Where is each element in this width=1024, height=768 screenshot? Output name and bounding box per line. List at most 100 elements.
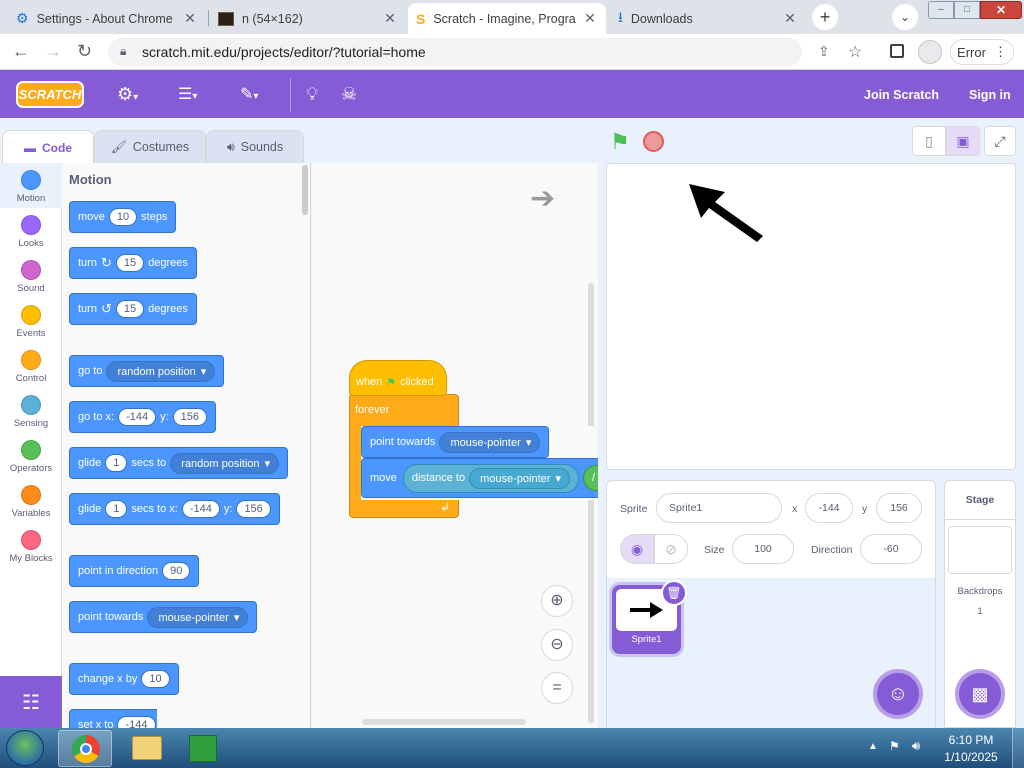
stage-canvas[interactable] [606, 163, 1016, 470]
back-arrow-icon[interactable]: ← [12, 41, 30, 62]
minimize-button[interactable]: – [928, 1, 954, 19]
block-set-x[interactable]: set x to -144 [69, 709, 157, 728]
show-sprite-button[interactable]: ◉ [620, 534, 654, 564]
block-dropdown[interactable]: mouse-pointer ▾ [147, 606, 249, 628]
small-stage-button[interactable]: ▯ [912, 126, 946, 156]
block-input[interactable]: 15 [115, 254, 145, 272]
divide-operator[interactable]: / [583, 465, 598, 491]
add-extension-button[interactable]: ☷ [0, 676, 62, 728]
block-input[interactable]: 1 [105, 454, 128, 472]
clock-date[interactable]: 1/10/2025 [934, 750, 1008, 764]
block-point-direction[interactable]: point in direction 90 [69, 555, 200, 587]
zoom-in-button[interactable]: ⊕ [541, 585, 573, 617]
block-point-towards[interactable]: point towards mouse-pointer ▾ [69, 601, 258, 633]
size-input[interactable]: 100 [732, 534, 794, 564]
new-tab-button[interactable]: + [812, 4, 838, 30]
block-input-x[interactable]: -144 [181, 500, 220, 518]
start-button[interactable] [6, 730, 44, 766]
script-point-towards[interactable]: point towards mouse-pointer ▾ [361, 426, 550, 458]
scratch-logo[interactable]: SCRATCH [16, 81, 84, 108]
category-sensing[interactable]: Sensing [0, 388, 62, 433]
block-go-to-xy[interactable]: go to x: -144 y: 156 [69, 401, 217, 433]
tab-costumes[interactable]: 🖌︎ Costumes [94, 130, 206, 164]
block-input[interactable]: 10 [108, 208, 138, 226]
add-backdrop-button[interactable]: ▩ [955, 669, 1005, 719]
script-h-scrollbar[interactable] [362, 719, 526, 725]
forward-arrow-icon[interactable]: → [44, 41, 62, 62]
taskbar-chrome[interactable] [58, 730, 112, 767]
category-sound[interactable]: Sound [0, 253, 62, 298]
category-variables[interactable]: Variables [0, 478, 62, 523]
block-change-x[interactable]: change x by 10 [69, 663, 179, 695]
sign-in-link[interactable]: Sign in [969, 88, 1011, 102]
block-move-steps[interactable]: move 10 steps [69, 201, 177, 233]
block-go-to[interactable]: go to random position ▾ [69, 355, 225, 387]
block-input[interactable]: 10 [141, 670, 170, 688]
script-move[interactable]: move distance to mouse-pointer ▾ / [361, 458, 598, 498]
direction-input[interactable]: -60 [860, 534, 922, 564]
block-input[interactable]: -144 [117, 716, 156, 728]
close-window-button[interactable]: ✕ [980, 1, 1022, 19]
delete-sprite-button[interactable]: 🗑︎ [661, 580, 687, 606]
large-stage-button[interactable]: ▣ [946, 126, 980, 156]
tab-search-chevron-down-icon[interactable]: ⌄ [892, 4, 918, 30]
taskbar-explorer[interactable] [124, 730, 170, 767]
fullscreen-button[interactable]: ⤢ [984, 126, 1016, 156]
when-flag-clicked-block[interactable]: when ⚑ clicked [349, 360, 447, 396]
sprite-name-input[interactable]: Sprite1 [656, 493, 782, 523]
block-turn-left[interactable]: turn ↺ 15 degrees [69, 293, 197, 325]
block-dropdown[interactable]: random position ▾ [170, 452, 280, 474]
edit-pencil-icon[interactable]: ✎▾ [240, 84, 258, 104]
close-icon[interactable]: ✕ [582, 10, 598, 27]
flag-error-icon[interactable]: ⚑ [889, 739, 900, 753]
block-input-y[interactable]: 156 [172, 408, 208, 426]
debug-bug-icon[interactable]: ☠ [341, 84, 357, 105]
taskbar-store[interactable] [180, 730, 226, 767]
backdrop-thumbnail[interactable] [948, 526, 1012, 574]
block-glide[interactable]: glide 1 secs to random position ▾ [69, 447, 289, 479]
category-events[interactable]: Events [0, 298, 62, 343]
join-scratch-link[interactable]: Join Scratch [864, 88, 939, 102]
block-dropdown[interactable]: random position ▾ [106, 360, 216, 382]
category-motion[interactable]: Motion [0, 163, 62, 208]
close-icon[interactable]: ✕ [382, 10, 398, 27]
y-input[interactable]: 156 [876, 493, 922, 523]
category-looks[interactable]: Looks [0, 208, 62, 253]
close-icon[interactable]: ✕ [182, 10, 198, 27]
block-input[interactable]: 15 [115, 300, 145, 318]
side-panel-icon[interactable] [890, 44, 904, 58]
volume-icon[interactable]: 🔊︎ [912, 738, 920, 754]
hide-sprite-button[interactable]: ⊘ [654, 534, 688, 564]
share-icon[interactable]: ⇪ [818, 43, 830, 60]
category-operators[interactable]: Operators [0, 433, 62, 478]
block-dropdown[interactable]: mouse-pointer ▾ [439, 431, 541, 453]
distance-to-reporter[interactable]: distance to mouse-pointer ▾ [402, 463, 580, 493]
category-my-blocks[interactable]: My Blocks [0, 523, 62, 568]
block-input-y[interactable]: 156 [236, 500, 271, 518]
tab-code[interactable]: ▬ Code [2, 130, 94, 164]
block-dropdown[interactable]: mouse-pointer ▾ [469, 467, 571, 489]
tab-sounds[interactable]: 🔊︎ Sounds [206, 130, 304, 164]
tab-image[interactable]: n (54×162) ✕ [210, 3, 406, 34]
sprite-arrow[interactable] [685, 180, 767, 244]
green-flag-button[interactable]: ⚑ [610, 129, 630, 155]
maximize-button[interactable]: □ [954, 1, 980, 19]
tab-downloads[interactable]: ⭳ Downloads ✕ [610, 3, 806, 34]
block-glide-xy[interactable]: glide 1 secs to x: -144 y: 156 [69, 493, 280, 525]
settings-gear-icon[interactable]: ⚙▾ [117, 84, 138, 105]
tab-scratch[interactable]: S Scratch - Imagine, Progra ✕ [408, 3, 606, 34]
file-menu-icon[interactable]: ☰▾ [178, 84, 197, 104]
error-button[interactable]: Error ⋮ [950, 39, 1014, 65]
category-control[interactable]: Control [0, 343, 62, 388]
zoom-reset-button[interactable]: = [541, 672, 573, 704]
block-turn-right[interactable]: turn ↻ 15 degrees [69, 247, 197, 279]
block-input-x[interactable]: -144 [118, 408, 157, 426]
reload-icon[interactable]: ↻ [77, 41, 92, 62]
script-v-scrollbar[interactable] [588, 283, 594, 723]
add-sprite-button[interactable]: ☺ [873, 669, 923, 719]
close-icon[interactable]: ✕ [782, 10, 798, 27]
palette-scrollbar[interactable] [302, 165, 308, 215]
tutorials-lightbulb-icon[interactable]: 💡︎ [306, 84, 319, 105]
tab-settings[interactable]: ⚙ Settings - About Chrome ✕ [8, 3, 206, 34]
clock-time[interactable]: 6:10 PM [934, 733, 1008, 747]
